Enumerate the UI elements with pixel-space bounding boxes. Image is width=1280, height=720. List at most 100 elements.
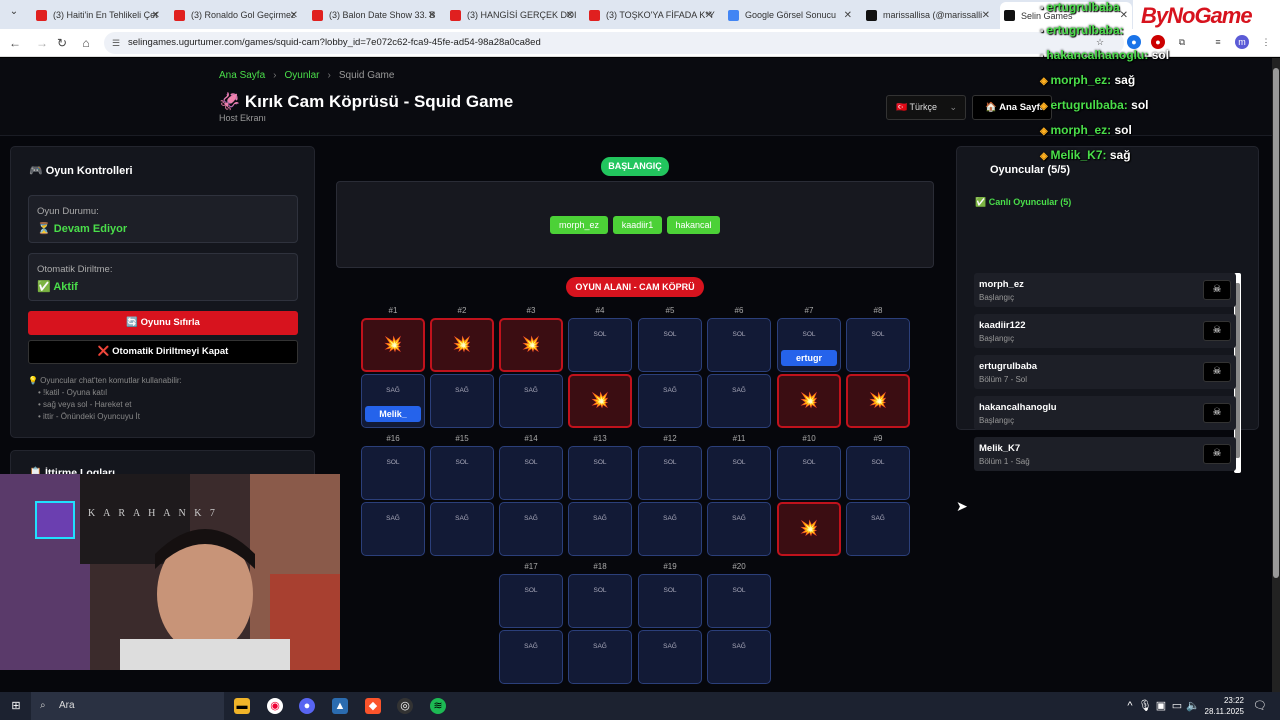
tile-side-label: SAĞ [663, 387, 677, 394]
browser-tab[interactable]: (3) Balon Date Show 33. B ✕ [308, 4, 440, 26]
glass-tile: SOL [638, 318, 702, 372]
step-number: #6 [734, 306, 744, 315]
tab-favicon-icon [312, 9, 323, 21]
mouse-cursor: ➤ [956, 498, 968, 514]
step-number: #3 [526, 306, 536, 315]
tile-side-label: SOL [524, 459, 538, 466]
glass-tile: SAĞ [361, 502, 425, 556]
auto-revive-box: Otomatik Diriltme: ✅ Aktif [28, 253, 298, 301]
disable-auto-revive-button[interactable]: ❌ Otomatik Diriltmeyi Kapat [28, 340, 298, 364]
glass-tile: SOL [638, 574, 702, 628]
address-bar[interactable]: ☰ selingames.ugurtumer.com/games/squid-c… [104, 32, 1124, 54]
step-number: #1 [388, 306, 398, 315]
forward-icon[interactable]: → [33, 34, 51, 52]
tab-close-icon[interactable]: ✕ [290, 10, 298, 21]
browser-tab[interactable]: marissallisa (@marissalli ✕ [862, 4, 994, 26]
chrome-icon[interactable]: ◉ [267, 698, 283, 714]
explosion-icon: 💥 [799, 392, 819, 409]
browser-tab[interactable]: (3) Haiti'in En Tehlikeli Çet ✕ [32, 4, 164, 26]
tile-side-label: SOL [732, 331, 746, 338]
windows-taskbar: ⊞ ⌕ Ara ▬ ◉ ● ▲ ◆ ◎ ≋ ^ 🎙 ▣ ▭ 🔈 23:22 28.1… [0, 692, 1280, 720]
player-marker: ertugr [781, 350, 837, 366]
tab-list-icon[interactable]: ⌄ [6, 6, 22, 22]
spotify-icon[interactable]: ≋ [430, 698, 446, 714]
player-row: hakancalhanoglu Başlangıç ☠ [974, 396, 1236, 430]
breadcrumb-games[interactable]: Oyunlar [285, 70, 320, 81]
step-number: #14 [524, 434, 538, 443]
webcam-overlay: K A R A H A N K 7 [0, 474, 340, 670]
home-icon[interactable]: ⌂ [77, 34, 95, 52]
revive-label: Otomatik Diriltme: [37, 264, 113, 275]
revive-value: ✅ Aktif [37, 281, 78, 293]
tab-favicon-icon [174, 9, 185, 21]
chat-message: ◈ Melik_K7: sağ [1040, 148, 1131, 162]
browser-tab[interactable]: Google Görsel Sonucu ✕ [724, 4, 856, 26]
glass-tile: SAĞ [846, 502, 910, 556]
players-panel: Oyuncular (5/5) ✅ Canlı Oyuncular (5) mo… [956, 146, 1259, 473]
bynogame-logo: ByNoGame [1133, 0, 1280, 32]
tile-side-label: SAĞ [455, 387, 469, 394]
back-icon[interactable]: ← [6, 34, 24, 52]
page-subtitle: Host Ekranı [219, 113, 267, 123]
glass-tile: SAĞ [707, 630, 771, 684]
taskbar-clock[interactable]: 23:22 28.11.2025 [1198, 695, 1244, 717]
language-select[interactable]: 🇹🇷 Türkçe ⌄ [886, 95, 966, 120]
site-info-icon[interactable]: ☰ [112, 38, 122, 48]
windows-start-icon[interactable]: ⊞ [8, 698, 24, 714]
player-status: Bölüm 1 - Sağ [979, 457, 1030, 466]
eliminate-player-button[interactable]: ☠ [1203, 280, 1231, 300]
tile-side-label: SOL [663, 587, 677, 594]
browser-tab[interactable]: (3) TOŞKO'YA FİFADA K*Y ✕ [585, 4, 717, 26]
search-placeholder: Ara [59, 700, 75, 711]
glass-tile: SOL [707, 574, 771, 628]
network-icon[interactable]: ▭ [1169, 698, 1185, 714]
start-player-chip: kaadiir1 [613, 216, 662, 234]
tray-icon[interactable]: ▣ [1153, 698, 1169, 714]
eliminate-player-button[interactable]: ☠ [1203, 362, 1231, 382]
tab-close-icon[interactable]: ✕ [152, 10, 160, 21]
obs-icon[interactable]: ◎ [397, 698, 413, 714]
discord-icon[interactable]: ● [299, 698, 315, 714]
file-explorer-icon[interactable]: ▬ [234, 698, 250, 714]
chat-message: ▪ ertugrulbaba [1040, 0, 1120, 14]
tab-close-icon[interactable]: ✕ [705, 10, 713, 21]
glass-tile: SAĞ [430, 374, 494, 428]
taskbar-search[interactable]: ⌕ Ara [31, 692, 224, 720]
tab-close-icon[interactable]: ✕ [844, 10, 852, 21]
explosion-icon: 💥 [868, 392, 888, 409]
tile-side-label: SOL [593, 331, 607, 338]
chat-text: sağ [1114, 73, 1136, 87]
app-icon[interactable]: ▲ [332, 698, 348, 714]
notifications-icon[interactable]: 🗨 [1252, 698, 1268, 714]
eliminate-player-button[interactable]: ☠ [1203, 444, 1231, 464]
tile-side-label: SAĞ [663, 643, 677, 650]
glass-tile: SOL [707, 446, 771, 500]
tab-close-icon[interactable]: ✕ [428, 10, 436, 21]
eliminate-player-button[interactable]: ☠ [1203, 403, 1231, 423]
tile-side-label: SOL [732, 459, 746, 466]
browser-tab[interactable]: (3) HANGİSİ GERÇEK DOI ✕ [446, 4, 578, 26]
player-row: kaadiir122 Başlangıç ☠ [974, 314, 1236, 348]
tab-close-icon[interactable]: ✕ [566, 10, 574, 21]
explosion-icon: 💥 [452, 336, 472, 353]
tile-side-label: SOL [663, 459, 677, 466]
tray-chevron-icon[interactable]: ^ [1122, 698, 1138, 714]
glass-tile: SOL [568, 446, 632, 500]
tile-side-label: SAĞ [663, 515, 677, 522]
brave-icon[interactable]: ◆ [365, 698, 381, 714]
broken-glass-tile: 💥 [499, 318, 563, 372]
hint-item: • sağ veya sol - Hareket et [38, 400, 132, 409]
start-area: morph_ez kaadiir1 hakancal [336, 181, 934, 268]
reload-icon[interactable]: ↻ [53, 34, 71, 52]
glass-tile: SAĞ [499, 502, 563, 556]
breadcrumb-home[interactable]: Ana Sayfa [219, 70, 265, 81]
browser-tab[interactable]: (3) Ronaldo Gol Geçirmez ✕ [170, 4, 302, 26]
microphone-icon[interactable]: 🎙 [1137, 698, 1153, 714]
player-marker: Melik_ [365, 406, 421, 422]
player-name: morph_ez [979, 279, 1024, 290]
tab-close-icon[interactable]: ✕ [982, 10, 990, 21]
reset-game-button[interactable]: 🔄 Oyunu Sıfırla [28, 311, 298, 335]
eliminate-player-button[interactable]: ☠ [1203, 321, 1231, 341]
skull-icon: ☠ [1212, 366, 1222, 377]
chevron-down-icon: ⌄ [949, 102, 957, 112]
